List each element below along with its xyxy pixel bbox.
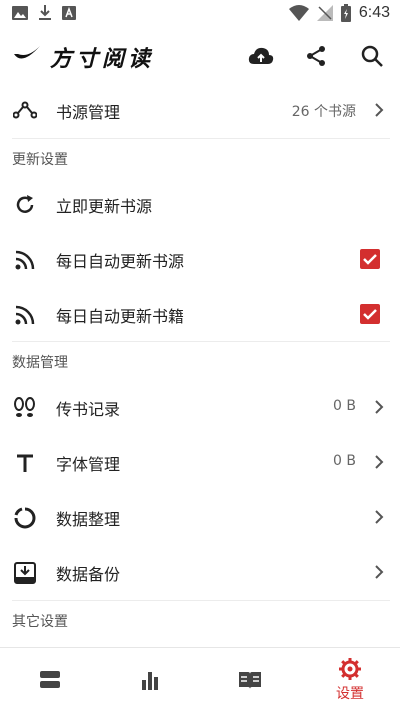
image-icon	[12, 6, 28, 20]
transfer-record-label: 传书记录	[56, 400, 121, 419]
bottom-nav: 设置	[0, 647, 400, 711]
wifi-icon	[288, 5, 309, 21]
data-backup-row[interactable]: 数据备份	[0, 545, 400, 600]
clock: 6:43	[358, 4, 390, 21]
download-icon	[39, 5, 51, 20]
app-bar: 方寸阅读	[0, 28, 400, 84]
refresh-icon	[12, 192, 38, 218]
book-source-count: 26 个书源	[291, 104, 356, 120]
tab-settings[interactable]: 设置	[300, 648, 400, 711]
book-source-label: 书源管理	[56, 103, 121, 122]
text-icon	[62, 6, 76, 20]
battery-icon	[340, 4, 351, 22]
auto-update-source-row[interactable]: 每日自动更新书源	[0, 232, 400, 287]
data-cleanup-row[interactable]: 数据整理	[0, 490, 400, 545]
data-cleanup-label: 数据整理	[56, 510, 121, 529]
chevron-right-icon	[375, 565, 384, 579]
app-title: 方寸阅读	[50, 46, 155, 72]
rss-icon	[12, 247, 38, 273]
archive-download-icon	[12, 560, 38, 586]
tab-bookshelf[interactable]	[0, 648, 100, 711]
nodes-icon	[12, 98, 38, 124]
data-backup-label: 数据备份	[56, 565, 121, 584]
logo-icon	[14, 46, 40, 59]
section-data-title: 数据管理	[12, 355, 68, 371]
chevron-right-icon	[375, 103, 384, 117]
font-manage-row[interactable]: 字体管理 0 B	[0, 435, 400, 490]
transfer-record-size: 0 B	[333, 398, 356, 414]
status-bar: 6:43	[0, 0, 400, 28]
book-source-row[interactable]: 书源管理 26 个书源	[0, 83, 400, 138]
text-format-icon	[12, 450, 38, 476]
font-manage-size: 0 B	[333, 453, 356, 469]
ranking-icon	[142, 672, 158, 690]
book-open-icon	[239, 672, 261, 689]
share-icon[interactable]	[302, 42, 330, 70]
transfer-record-row[interactable]: 传书记录 0 B	[0, 380, 400, 435]
auto-update-book-checkbox[interactable]	[360, 304, 380, 324]
font-manage-label: 字体管理	[56, 455, 121, 474]
donut-progress-icon	[12, 505, 38, 531]
cloud-upload-icon[interactable]	[247, 42, 275, 70]
auto-update-source-checkbox[interactable]	[360, 249, 380, 269]
section-update-title: 更新设置	[12, 152, 68, 168]
auto-update-book-row[interactable]: 每日自动更新书籍	[0, 287, 400, 342]
search-icon[interactable]	[358, 42, 386, 70]
tab-ranking[interactable]	[100, 648, 200, 711]
chevron-right-icon	[375, 455, 384, 469]
section-other-title: 其它设置	[12, 614, 68, 630]
chevron-right-icon	[375, 400, 384, 414]
divider	[12, 341, 390, 342]
no-signal-icon	[316, 5, 333, 21]
rss-icon	[12, 302, 38, 328]
tab-settings-label: 设置	[336, 686, 364, 702]
tab-discover[interactable]	[200, 648, 300, 711]
gear-icon	[339, 658, 361, 680]
update-now-label: 立即更新书源	[56, 197, 153, 216]
divider	[12, 138, 390, 139]
bookshelf-icon	[40, 671, 60, 688]
divider	[12, 600, 390, 601]
update-now-row[interactable]: 立即更新书源	[0, 177, 400, 232]
auto-update-book-label: 每日自动更新书籍	[56, 307, 185, 326]
auto-update-source-label: 每日自动更新书源	[56, 252, 185, 271]
footprints-icon	[12, 395, 38, 421]
chevron-right-icon	[375, 510, 384, 524]
